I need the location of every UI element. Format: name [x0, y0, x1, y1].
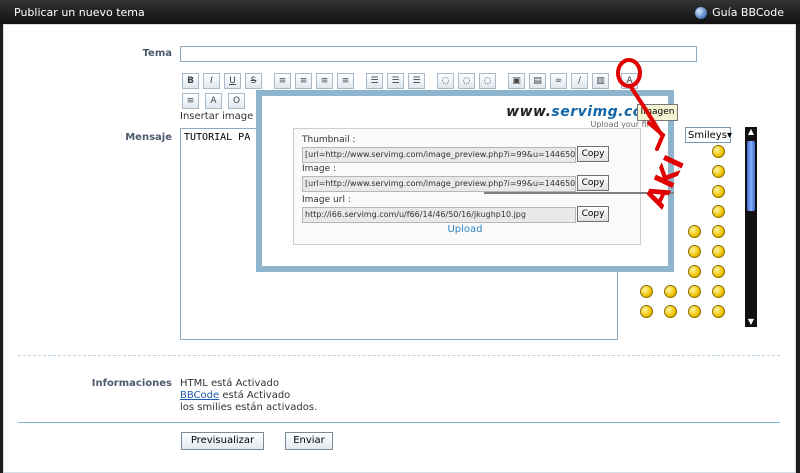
smiley-icon[interactable] [688, 265, 701, 278]
smiley-icon[interactable] [712, 285, 725, 298]
horizontal-rule-button[interactable]: ☰ [408, 73, 425, 89]
info-block: HTML está Activado BBCode está Activado … [180, 378, 317, 414]
host-image-button[interactable]: ▣ [508, 73, 525, 89]
info-html-status: HTML está Activado [180, 378, 279, 389]
align-center-button[interactable]: ≡ [295, 73, 312, 89]
popup-content: www.servimg.com Upload your files Thumbn… [262, 96, 674, 266]
image-tooltip: Imagen [637, 104, 678, 121]
smiley-icon[interactable] [688, 305, 701, 318]
link-button[interactable]: ∞ [550, 73, 567, 89]
justify-button[interactable]: ≡ [337, 73, 354, 89]
smiley-icon[interactable] [688, 225, 701, 238]
smiley-icon[interactable] [688, 285, 701, 298]
bbcode-link[interactable]: BBCode [180, 390, 219, 401]
bbcode-status-text: está Activado [219, 390, 291, 401]
informaciones-label: Informaciones [91, 378, 172, 389]
smileys-select[interactable]: Smileys ▾ [685, 127, 732, 143]
bbcode-guide-label: Guía BBCode [712, 6, 784, 19]
servimg-logo: www.servimg.com [506, 104, 658, 120]
font-button[interactable]: A [205, 93, 222, 109]
flash-button[interactable]: ▥ [592, 73, 609, 89]
underline-button[interactable]: U [224, 73, 241, 89]
align-right-button[interactable]: ≡ [316, 73, 333, 89]
send-button[interactable]: Enviar [285, 432, 333, 450]
table-button[interactable]: ◌ [479, 73, 496, 89]
smiley-icon[interactable] [664, 285, 677, 298]
bbcode-toolbar-row2: ≡ A O [182, 93, 245, 109]
upload-link[interactable]: Upload [262, 224, 668, 235]
footer-divider [18, 422, 780, 423]
smiley-icon[interactable] [712, 305, 725, 318]
thumbnail-label: Thumbnail : [302, 135, 356, 145]
popup-divider [484, 192, 674, 194]
font-color-button[interactable]: A [621, 73, 638, 89]
image-url-label: Image url : [302, 195, 351, 205]
smiley-icon[interactable] [640, 305, 653, 318]
smiley-icon[interactable] [712, 165, 725, 178]
smiley-icon[interactable] [664, 305, 677, 318]
preview-button[interactable]: Previsualizar [181, 432, 264, 450]
insert-image-hint: Insertar image [180, 111, 254, 122]
image-button[interactable]: ▤ [529, 73, 546, 89]
copy-image-url-button[interactable]: Copy [577, 206, 609, 222]
other-button[interactable]: O [228, 93, 245, 109]
bold-button[interactable]: B [182, 73, 199, 89]
smiley-icon[interactable] [712, 265, 725, 278]
message-text: TUTORIAL PA [184, 132, 251, 143]
smileys-scrollbar[interactable]: ▲ ▼ [745, 127, 757, 327]
smiley-icon[interactable] [712, 205, 725, 218]
image-label: Image : [302, 164, 337, 174]
image-bbcode-field[interactable]: [url=http://www.servimg.com/image_previe… [302, 176, 576, 192]
page-title: Publicar un nuevo tema [14, 6, 145, 19]
scroll-thumb[interactable] [747, 141, 755, 211]
globe-icon [695, 6, 708, 19]
tema-label: Tema [142, 48, 172, 59]
quote-button[interactable]: ◌ [437, 73, 454, 89]
mensaje-label: Mensaje [125, 132, 172, 143]
page-header: Publicar un nuevo tema Guía BBCode [0, 0, 800, 24]
servimg-upload-popup: www.servimg.com Upload your files Thumbn… [256, 90, 674, 272]
smileys-select-label: Smileys [688, 129, 727, 141]
edit-button[interactable]: / [571, 73, 588, 89]
smiley-icon[interactable] [640, 285, 653, 298]
italic-button[interactable]: I [203, 73, 220, 89]
info-smilies-status: los smilies están activados. [180, 402, 318, 413]
scroll-up-icon[interactable]: ▲ [745, 127, 757, 137]
info-bbcode-status: BBCode está Activado [180, 390, 317, 402]
chevron-down-icon: ▾ [726, 129, 732, 141]
smiley-icon[interactable] [688, 245, 701, 258]
logo-prefix: www. [506, 104, 552, 120]
smiley-icon[interactable] [712, 245, 725, 258]
image-url-field[interactable]: http://i66.servimg.com/u/f66/14/46/50/16… [302, 207, 576, 223]
copy-thumbnail-button[interactable]: Copy [577, 146, 609, 162]
section-divider [18, 355, 780, 356]
strike-button[interactable]: S [245, 73, 262, 89]
list-button[interactable]: ☰ [366, 73, 383, 89]
bbcode-toolbar-row1: B I U S ≡ ≡ ≡ ≡ ☰ ☰ ☰ ◌ ◌ ◌ ▣ ▤ ∞ / ▥ A [182, 73, 638, 89]
smiley-icon[interactable] [712, 145, 725, 158]
code-button[interactable]: ◌ [458, 73, 475, 89]
bbcode-guide-link[interactable]: Guía BBCode [695, 6, 784, 19]
smiley-icon[interactable] [712, 225, 725, 238]
align-left-button[interactable]: ≡ [274, 73, 291, 89]
tema-input[interactable] [180, 46, 697, 62]
scroll-down-icon[interactable]: ▼ [745, 317, 757, 327]
copy-image-button[interactable]: Copy [577, 175, 609, 191]
more-options-button[interactable]: ≡ [182, 93, 199, 109]
smiley-icon[interactable] [712, 185, 725, 198]
ordered-list-button[interactable]: ☰ [387, 73, 404, 89]
thumbnail-url-field[interactable]: [url=http://www.servimg.com/image_previe… [302, 147, 576, 163]
